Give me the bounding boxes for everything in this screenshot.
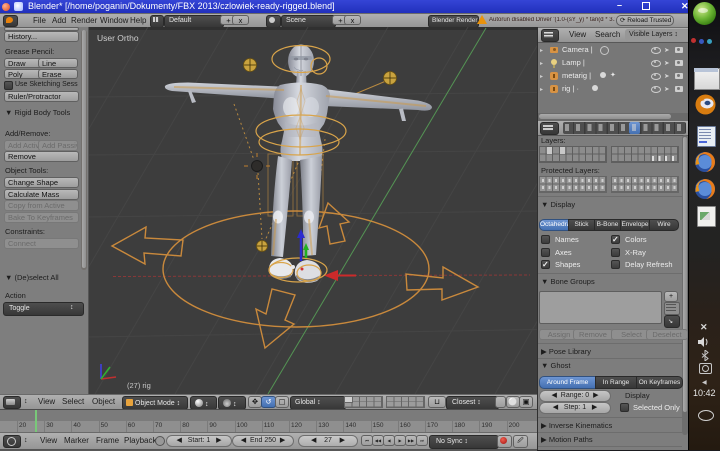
svg-text:(27) rig: (27) rig (127, 381, 151, 390)
svg-text:User Ortho: User Ortho (97, 33, 139, 43)
